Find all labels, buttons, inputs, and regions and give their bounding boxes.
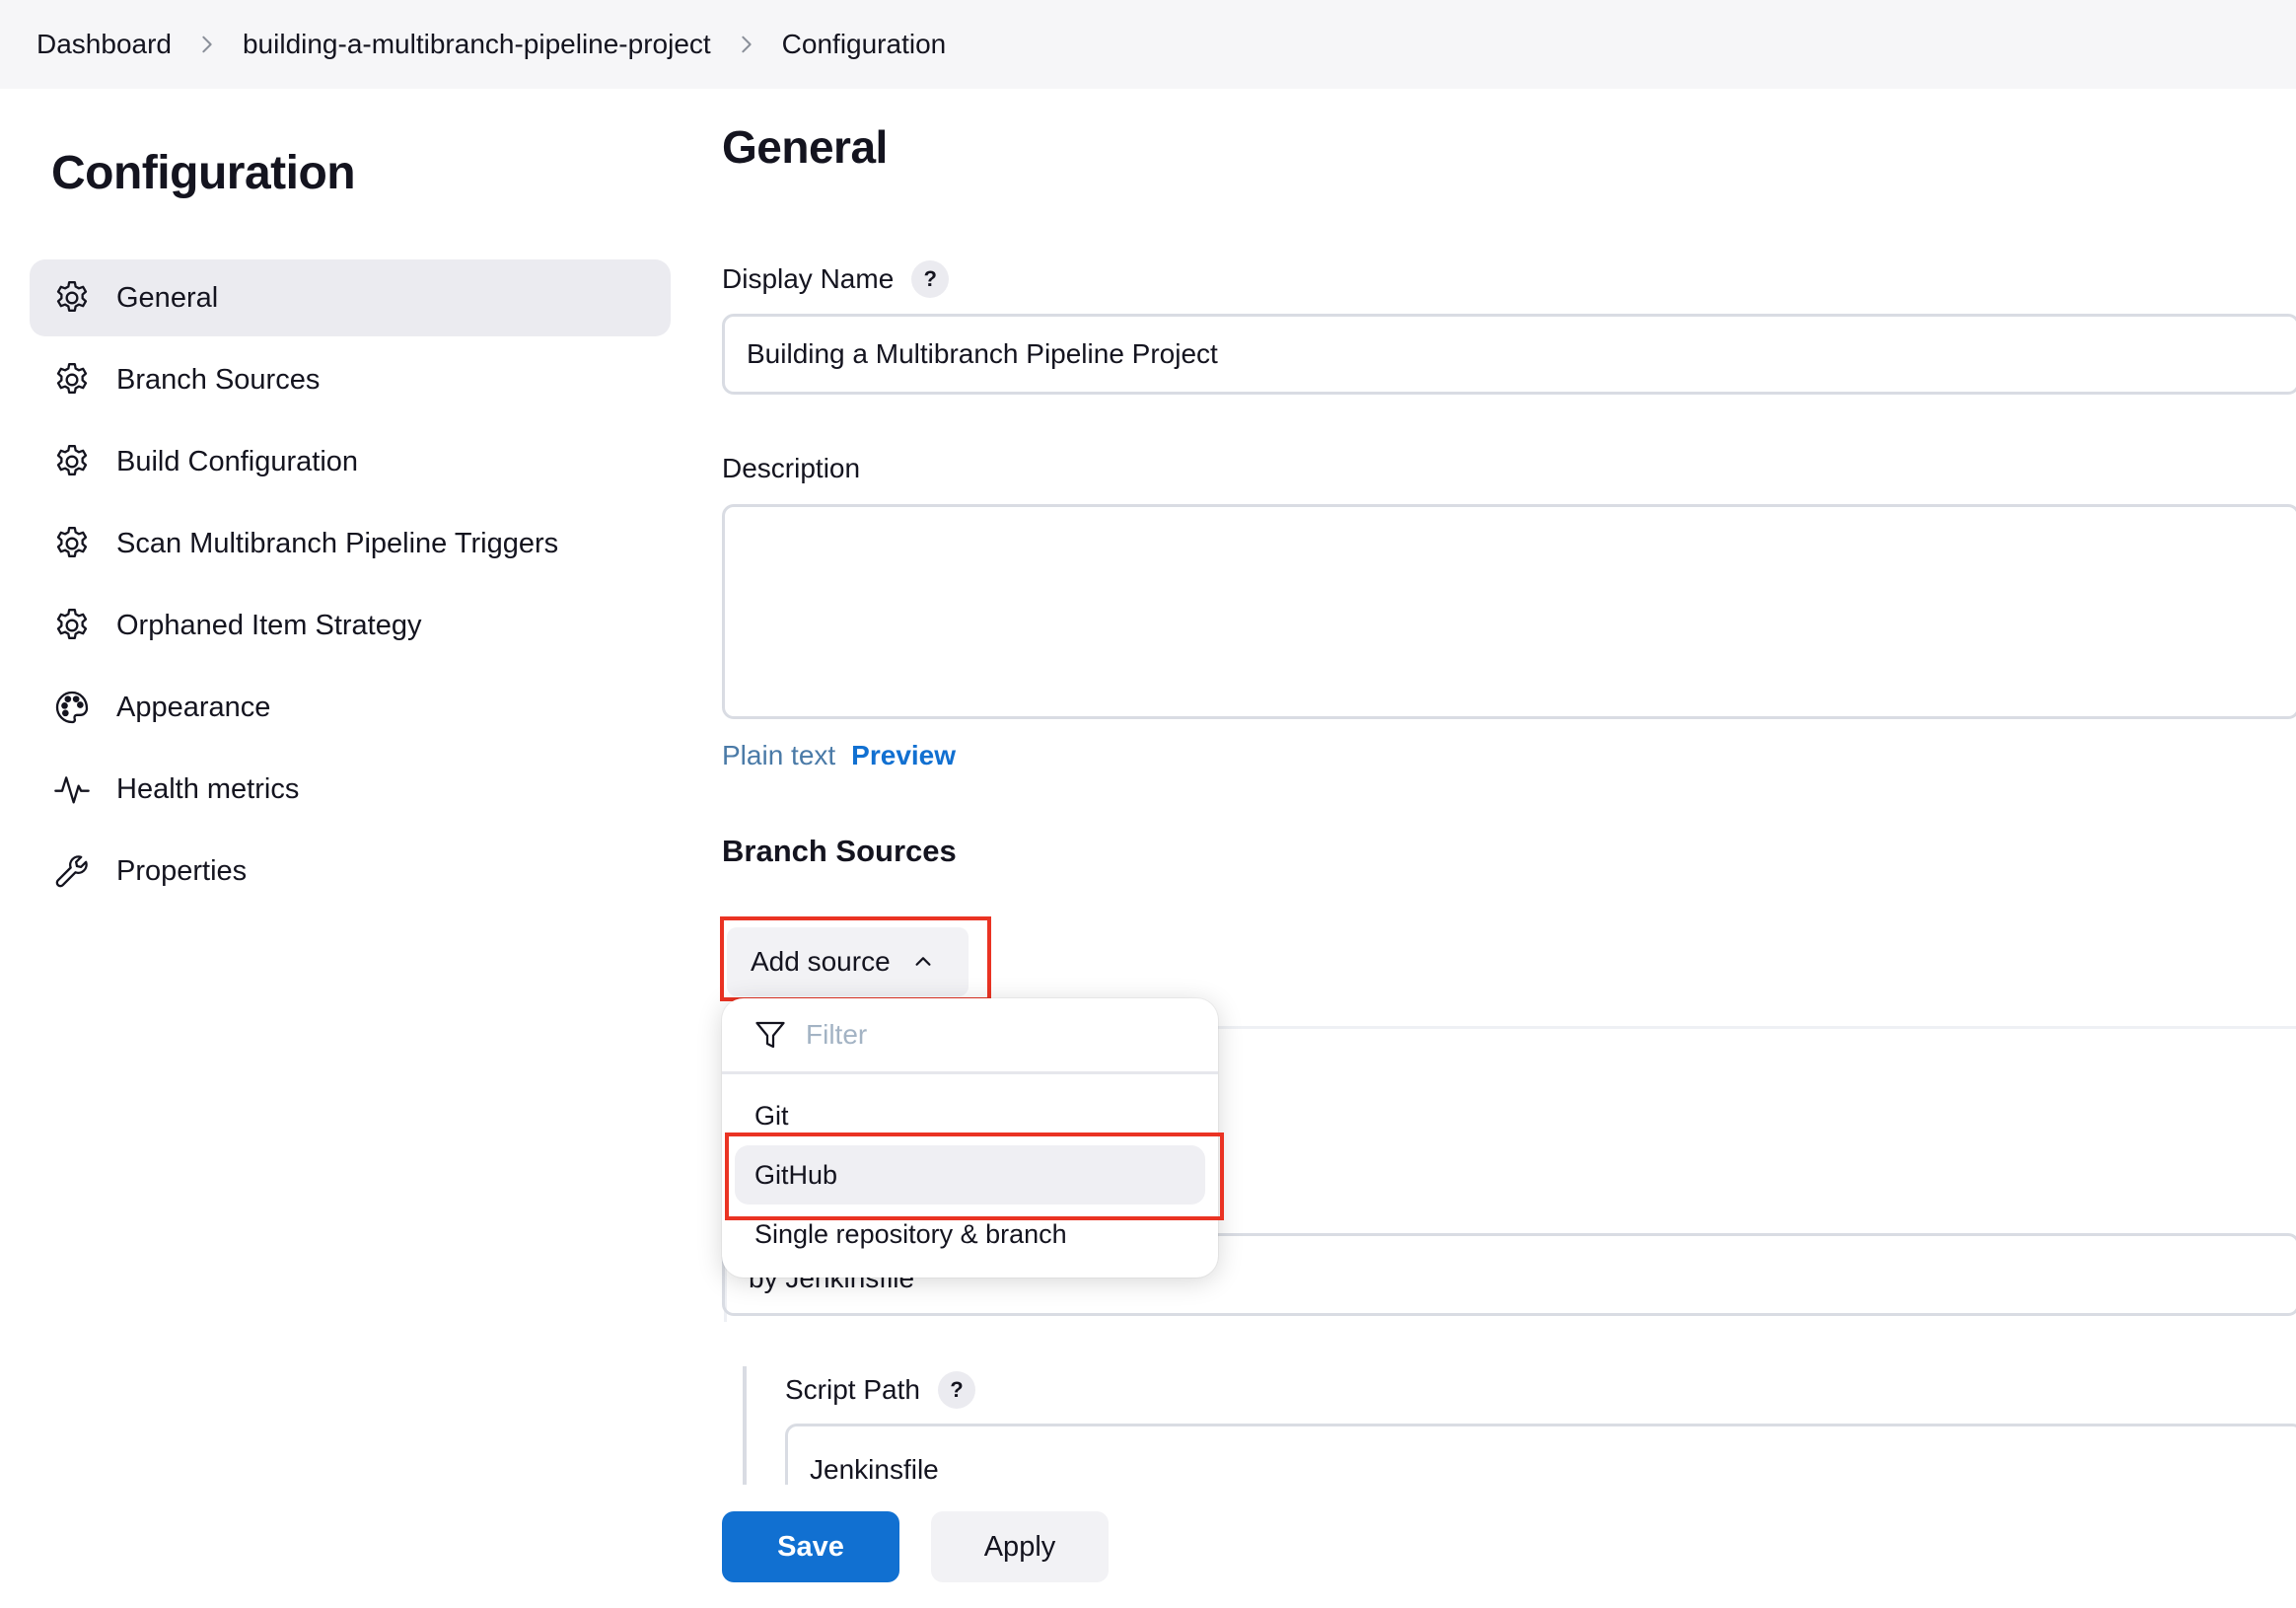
action-bar: Save Apply: [722, 1485, 2296, 1608]
sidebar-nav: General Branch Sources Build Configurati…: [30, 259, 671, 914]
plain-text-label: Plain text: [722, 740, 836, 770]
sidebar-item-scan-triggers[interactable]: Scan Multibranch Pipeline Triggers: [30, 505, 671, 582]
sidebar-item-label: Build Configuration: [116, 445, 359, 477]
description-label: Description: [722, 453, 861, 483]
gear-icon: [52, 360, 92, 400]
highlight-box-github: [725, 1133, 1224, 1220]
breadcrumb-dashboard[interactable]: Dashboard: [36, 29, 172, 60]
filter-input[interactable]: [806, 1019, 1181, 1051]
palette-icon: [52, 688, 92, 727]
branch-sources-title: Branch Sources: [722, 834, 957, 868]
sidebar-title: Configuration: [51, 147, 356, 199]
sidebar-item-properties[interactable]: Properties: [30, 833, 671, 910]
format-links: Plain text Preview: [722, 740, 956, 771]
gear-icon: [52, 606, 92, 645]
sidebar-item-label: Scan Multibranch Pipeline Triggers: [116, 527, 559, 559]
apply-button[interactable]: Apply: [931, 1511, 1109, 1582]
sidebar-item-label: Health metrics: [116, 772, 300, 805]
chevron-right-icon: [172, 34, 243, 55]
sidebar-item-appearance[interactable]: Appearance: [30, 669, 671, 746]
help-icon[interactable]: ?: [911, 260, 950, 298]
dropdown-filter: [722, 998, 1218, 1074]
gear-icon: [52, 442, 92, 481]
save-button[interactable]: Save: [722, 1511, 899, 1582]
sidebar-item-label: Properties: [116, 854, 248, 887]
sidebar-item-orphaned-item-strategy[interactable]: Orphaned Item Strategy: [30, 587, 671, 664]
help-icon[interactable]: ?: [937, 1371, 975, 1409]
sidebar-item-build-configuration[interactable]: Build Configuration: [30, 423, 671, 500]
highlight-box-add-source: [720, 916, 991, 1001]
breadcrumb-project[interactable]: building-a-multibranch-pipeline-project: [243, 29, 711, 60]
sidebar-item-label: Appearance: [116, 691, 271, 723]
script-path-label: Script Path ?: [785, 1371, 975, 1409]
sidebar-item-label: General: [116, 281, 219, 314]
filter-icon: [755, 1021, 785, 1049]
gear-icon: [52, 524, 92, 563]
main-content: General Display Name ? Building a Multib…: [720, 0, 2296, 1608]
display-name-label: Display Name ?: [722, 260, 950, 298]
sidebar-item-label: Branch Sources: [116, 363, 321, 396]
sidebar-item-health-metrics[interactable]: Health metrics: [30, 751, 671, 828]
pulse-icon: [52, 769, 92, 809]
display-name-input[interactable]: Building a Multibranch Pipeline Project: [722, 314, 2296, 395]
gear-icon: [52, 278, 92, 318]
section-title-general: General: [722, 121, 888, 173]
sidebar-item-label: Orphaned Item Strategy: [116, 609, 422, 641]
preview-link[interactable]: Preview: [851, 740, 956, 771]
sidebar-item-general[interactable]: General: [30, 259, 671, 336]
sidebar-item-branch-sources[interactable]: Branch Sources: [30, 341, 671, 418]
description-textarea[interactable]: [722, 504, 2296, 719]
wrench-icon: [52, 851, 92, 891]
